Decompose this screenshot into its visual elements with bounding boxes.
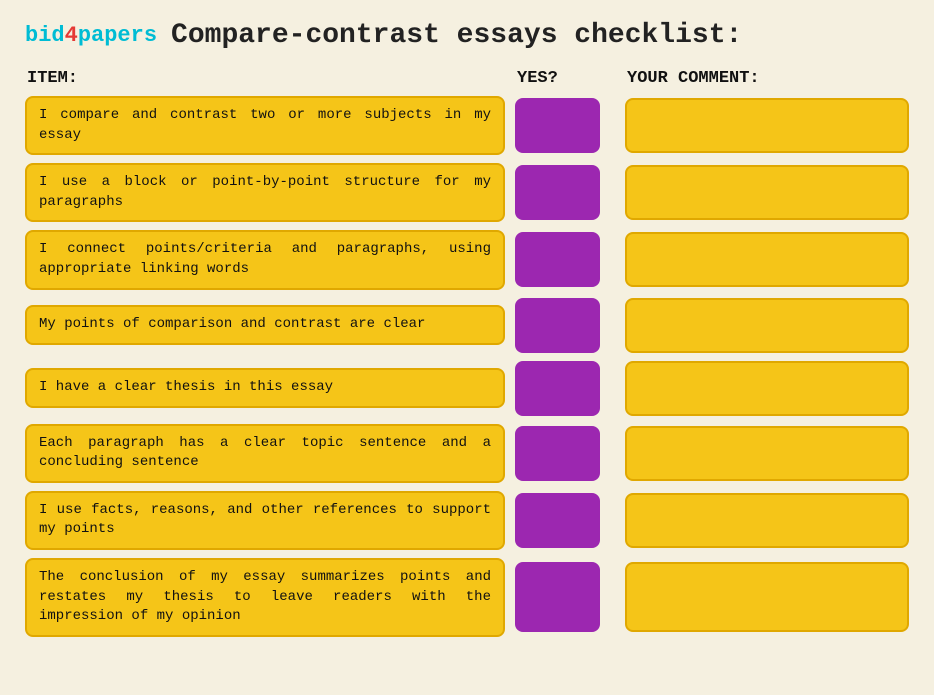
yes-cell-1[interactable] [515, 165, 600, 220]
checklist: I compare and contrast two or more subje… [25, 96, 909, 637]
logo-papers: papers [78, 23, 157, 48]
table-row: I use a block or point-by-point structur… [25, 163, 909, 222]
yes-cell-5[interactable] [515, 426, 600, 481]
col-header-comment: YOUR COMMENT: [627, 69, 909, 88]
table-row: Each paragraph has a clear topic sentenc… [25, 424, 909, 483]
logo-4: 4 [65, 23, 78, 48]
page-header: bid4papers Compare-contrast essays check… [25, 20, 909, 51]
yes-cell-3[interactable] [515, 298, 600, 353]
table-row: My points of comparison and contrast are… [25, 298, 909, 353]
yes-cell-2[interactable] [515, 232, 600, 287]
item-cell-3: My points of comparison and contrast are… [25, 305, 505, 345]
yes-cell-6[interactable] [515, 493, 600, 548]
yes-cell-4[interactable] [515, 361, 600, 416]
page-title: Compare-contrast essays checklist: [171, 20, 742, 51]
item-cell-2: I connect points/criteria and paragraphs… [25, 230, 505, 289]
item-cell-7: The conclusion of my essay summarizes po… [25, 558, 505, 637]
comment-cell-3[interactable] [625, 298, 909, 353]
logo-bid: bid [25, 23, 65, 48]
item-cell-6: I use facts, reasons, and other referenc… [25, 491, 505, 550]
table-row: I compare and contrast two or more subje… [25, 96, 909, 155]
item-cell-4: I have a clear thesis in this essay [25, 368, 505, 408]
yes-cell-0[interactable] [515, 98, 600, 153]
item-cell-0: I compare and contrast two or more subje… [25, 96, 505, 155]
column-headers: ITEM: YES? YOUR COMMENT: [25, 69, 909, 88]
col-header-item: ITEM: [27, 69, 507, 88]
comment-cell-1[interactable] [625, 165, 909, 220]
comment-cell-5[interactable] [625, 426, 909, 481]
logo: bid4papers [25, 23, 157, 48]
comment-cell-6[interactable] [625, 493, 909, 548]
item-cell-1: I use a block or point-by-point structur… [25, 163, 505, 222]
yes-cell-7[interactable] [515, 562, 600, 632]
comment-cell-2[interactable] [625, 232, 909, 287]
table-row: I connect points/criteria and paragraphs… [25, 230, 909, 289]
comment-cell-7[interactable] [625, 562, 909, 632]
comment-cell-0[interactable] [625, 98, 909, 153]
table-row: I have a clear thesis in this essay [25, 361, 909, 416]
comment-cell-4[interactable] [625, 361, 909, 416]
col-header-yes: YES? [517, 69, 617, 88]
item-cell-5: Each paragraph has a clear topic sentenc… [25, 424, 505, 483]
table-row: The conclusion of my essay summarizes po… [25, 558, 909, 637]
table-row: I use facts, reasons, and other referenc… [25, 491, 909, 550]
